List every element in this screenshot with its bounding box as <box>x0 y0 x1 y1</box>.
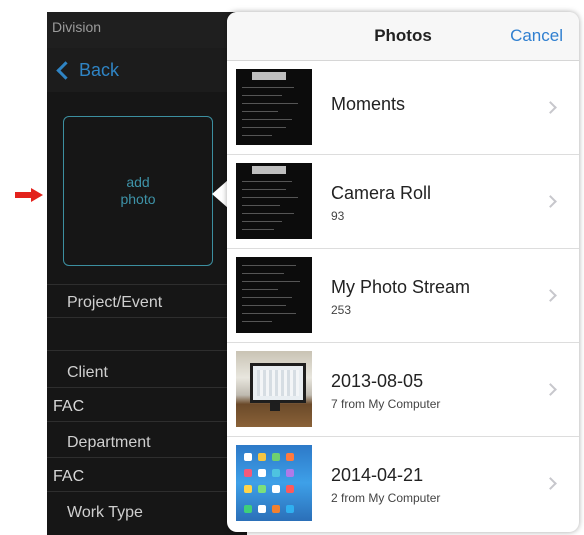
chevron-right-icon <box>544 289 557 302</box>
divider <box>47 317 247 318</box>
album-row-2014-04-21[interactable]: 2014-04-21 2 from My Computer <box>227 437 579 530</box>
department-field[interactable]: Department <box>47 434 247 452</box>
divider <box>47 387 247 388</box>
album-row-moments[interactable]: Moments <box>227 61 579 155</box>
divider <box>47 350 247 351</box>
album-count: 2 from My Computer <box>331 491 441 505</box>
album-thumbnail <box>236 257 312 333</box>
divider <box>47 457 247 458</box>
project-event-label: Project/Event <box>67 294 163 311</box>
photos-popover: Photos Cancel Moments Camera Roll 93 My … <box>227 12 579 532</box>
department-label: Department <box>67 434 151 451</box>
album-name: 2013-08-05 <box>331 371 424 391</box>
chevron-right-icon <box>544 383 557 396</box>
department-value[interactable]: FAC <box>53 468 84 486</box>
client-value[interactable]: FAC <box>53 398 84 416</box>
album-name: Moments <box>331 94 406 114</box>
album-row-camera-roll[interactable]: Camera Roll 93 <box>227 155 579 249</box>
album-row-my-photo-stream[interactable]: My Photo Stream 253 <box>227 249 579 343</box>
chevron-right-icon <box>544 101 557 114</box>
chevron-right-icon <box>544 195 557 208</box>
add-photo-label: add photo <box>120 174 156 207</box>
album-thumbnail <box>236 69 312 145</box>
division-panel: Division Back add photo Project/Event Cl… <box>47 12 247 535</box>
chevron-right-icon <box>544 477 557 490</box>
chevron-left-icon <box>56 61 75 80</box>
back-button[interactable]: Back <box>55 60 119 81</box>
album-thumbnail <box>236 351 312 427</box>
work-type-field[interactable]: Work Type <box>47 504 247 522</box>
add-photo-button[interactable]: add photo <box>63 116 213 266</box>
red-arrow-icon <box>15 188 43 202</box>
client-label: Client <box>67 364 108 381</box>
divider <box>47 284 247 285</box>
album-count: 93 <box>331 209 345 223</box>
project-event-field[interactable]: Project/Event <box>47 294 247 312</box>
work-type-label: Work Type <box>67 504 143 521</box>
album-count: 253 <box>331 303 352 317</box>
popover-header: Photos Cancel <box>227 12 579 61</box>
client-field[interactable]: Client <box>47 364 247 382</box>
cancel-button[interactable]: Cancel <box>510 26 563 46</box>
album-name: Camera Roll <box>331 183 432 203</box>
popover-pointer <box>212 180 228 208</box>
panel-header: Division <box>47 12 247 48</box>
back-label: Back <box>79 60 120 80</box>
divider <box>47 491 247 492</box>
divider <box>47 421 247 422</box>
album-count: 7 from My Computer <box>331 397 441 411</box>
album-thumbnail <box>236 445 312 521</box>
album-thumbnail <box>236 163 312 239</box>
division-label: Division <box>52 19 102 35</box>
album-row-2013-08-05[interactable]: 2013-08-05 7 from My Computer <box>227 343 579 437</box>
album-name: My Photo Stream <box>331 277 471 297</box>
album-name: 2014-04-21 <box>331 465 424 485</box>
